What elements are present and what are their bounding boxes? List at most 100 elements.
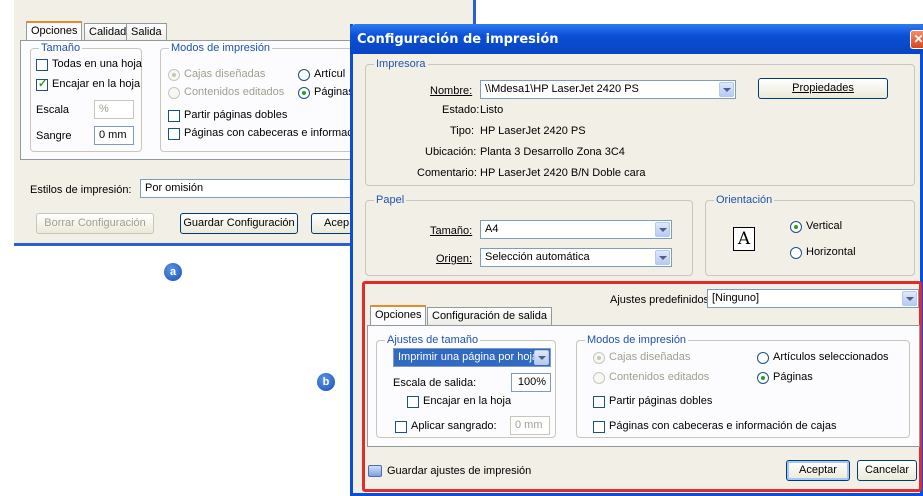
back-scale-label: Escala [36, 104, 70, 116]
back-headers-label: Páginas con cabeceras e información c [184, 127, 376, 139]
paper-size-select[interactable]: A4 [480, 220, 672, 239]
chevron-down-icon [655, 222, 670, 237]
back-fit-label: Encajar en la hoja [52, 78, 141, 90]
tab-opciones-back[interactable]: Opciones [26, 21, 83, 41]
size-mode-value: Imprimir una página por hoja [398, 351, 539, 363]
back-modes-title: Modos de impresión [169, 42, 273, 54]
accept-button[interactable]: Aceptar [786, 460, 850, 481]
back-articles-label: Artícul [314, 68, 346, 80]
tab-configuracion-salida[interactable]: Configuración de salida [427, 307, 552, 325]
back-edited-radio[interactable] [168, 87, 180, 99]
back-split-checkbox[interactable] [168, 110, 180, 122]
paper-size-label: Tamaño: [430, 225, 472, 237]
back-all-in-one-checkbox[interactable] [36, 59, 48, 71]
back-bleed-input[interactable]: 0 mm [94, 126, 134, 145]
split-pages-label: Partir páginas dobles [609, 395, 713, 407]
chevron-down-icon [719, 82, 734, 97]
tab-salida-back[interactable]: Salida [126, 23, 167, 41]
back-size-title: Tamaño [39, 42, 83, 54]
clear-settings-button[interactable]: Borrar Configuración [36, 213, 154, 234]
status-value: Listo [480, 104, 504, 116]
chevron-down-icon [902, 291, 917, 306]
paper-source-value: Selección automática [485, 251, 590, 263]
back-designed-radio[interactable] [168, 69, 180, 81]
properties-button[interactable]: Propiedades [758, 78, 888, 99]
badge-a: a [164, 263, 182, 281]
designed-boxes-radio[interactable] [593, 352, 605, 364]
bleed-input[interactable]: 0 mm [510, 416, 550, 435]
back-bleed-label: Sangre [36, 130, 72, 142]
page-orientation-icon: A [733, 227, 755, 251]
tab-calidad-back[interactable]: Calidad [84, 23, 132, 41]
output-scale-input[interactable]: 100% [511, 373, 551, 392]
vertical-radio[interactable] [790, 221, 802, 233]
paper-source-label-text: Origen: [436, 253, 473, 265]
comment-label: Comentario: [417, 167, 477, 179]
save-print-settings-link[interactable]: Guardar ajustes de impresión [387, 465, 531, 477]
type-value: HP LaserJet 2420 PS [480, 125, 586, 137]
vertical-label: Vertical [806, 220, 843, 232]
back-scale-input[interactable]: % [94, 100, 134, 119]
edited-contents-radio[interactable] [593, 372, 605, 384]
horizontal-label: Horizontal [806, 246, 856, 258]
paper-size-value: A4 [485, 223, 499, 235]
printer-name-label-text: Nombre: [430, 85, 473, 97]
size-settings-title: Ajustes de tamaño [385, 334, 481, 346]
back-fit-checkbox[interactable] [36, 77, 48, 91]
designed-boxes-label: Cajas diseñadas [609, 351, 691, 363]
badge-b: b [317, 373, 335, 391]
properties-button-label: Propiedades [792, 82, 854, 94]
back-styles-label: Estilos de impresión: [30, 184, 132, 196]
fit-page-checkbox[interactable] [407, 396, 419, 408]
apply-bleed-checkbox[interactable] [395, 421, 407, 433]
apply-bleed-label: Aplicar sangrado: [411, 420, 497, 432]
size-mode-select[interactable]: Imprimir una página por hoja [393, 348, 551, 367]
edited-contents-label: Contenidos editados [609, 371, 710, 383]
selected-articles-label: Artículos seleccionados [773, 351, 889, 363]
presets-label: Ajustes predefinidos: [610, 294, 713, 306]
presets-select[interactable]: [Ninguno] [707, 289, 919, 308]
cancel-button[interactable]: Cancelar [857, 460, 917, 481]
status-label: Estado: [442, 104, 480, 116]
print-modes-title: Modos de impresión [585, 334, 689, 346]
printer-group-title: Impresora [374, 58, 428, 70]
back-pages-radio[interactable] [298, 87, 310, 99]
save-settings-icon[interactable] [368, 465, 382, 477]
split-pages-checkbox[interactable] [593, 396, 605, 408]
back-split-label: Partir páginas dobles [184, 109, 288, 121]
back-headers-checkbox[interactable] [168, 128, 180, 140]
paper-source-label: Origen: [436, 253, 472, 265]
headers-pages-checkbox[interactable] [593, 421, 605, 433]
output-scale-label: Escala de salida: [393, 377, 477, 389]
fit-page-label: Encajar en la hoja [423, 395, 512, 407]
location-value: Planta 3 Desarrollo Zona 3C4 [480, 146, 625, 158]
printer-name-label: Nombre: [430, 85, 472, 97]
headers-pages-label: Páginas con cabeceras e información de c… [609, 420, 837, 432]
back-pages-label: Páginas [314, 86, 354, 98]
back-articles-radio[interactable] [298, 69, 310, 81]
save-settings-button-back[interactable]: Guardar Configuración [180, 213, 298, 234]
comment-value: HP LaserJet 2420 B/N Doble cara [480, 167, 646, 179]
presets-value: [Ninguno] [712, 292, 760, 304]
back-all-in-one-label: Todas en una hoja [52, 58, 142, 70]
selected-articles-radio[interactable] [757, 352, 769, 364]
orientation-group-title: Orientación [714, 194, 775, 206]
chevron-down-icon [655, 250, 670, 265]
back-designed-label: Cajas diseñadas [184, 68, 266, 80]
chevron-down-icon [534, 350, 549, 365]
paper-group-title: Papel [374, 194, 407, 206]
paper-size-label-text: Tamaño: [430, 225, 473, 237]
type-label: Tipo: [450, 125, 475, 137]
printer-name-select[interactable]: \\Mdesa1\HP LaserJet 2420 PS [480, 80, 736, 99]
pages-label: Páginas [773, 371, 813, 383]
tab-opciones[interactable]: Opciones [370, 305, 427, 325]
close-icon[interactable]: ✕ [910, 30, 923, 49]
pages-radio[interactable] [757, 372, 769, 384]
paper-source-select[interactable]: Selección automática [480, 248, 672, 267]
horizontal-radio[interactable] [790, 247, 802, 259]
printer-name-value: \\Mdesa1\HP LaserJet 2420 PS [485, 83, 639, 95]
location-label: Ubicación: [425, 146, 477, 158]
dialog-title: Configuración de impresión [357, 32, 559, 47]
main-dialog: Configuración de impresión ✕ Impresora N… [350, 24, 923, 496]
back-edited-label: Contenidos editados [184, 86, 285, 98]
